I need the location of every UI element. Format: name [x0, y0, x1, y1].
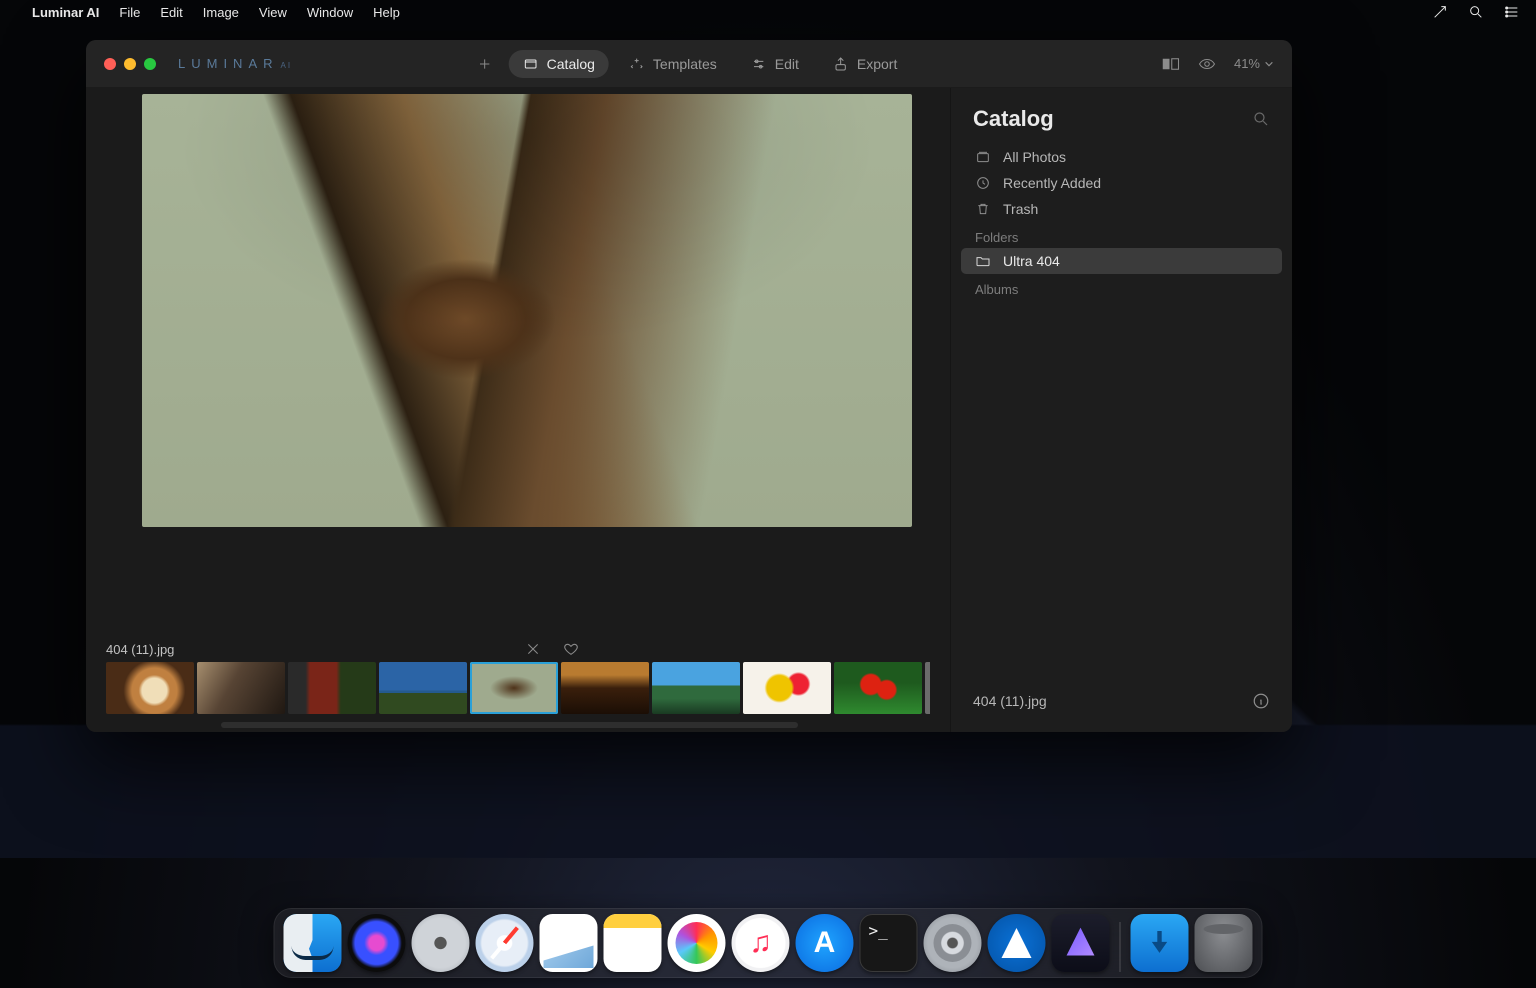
- sidebar-item-recently-added[interactable]: Recently Added: [961, 170, 1282, 196]
- favorite-icon[interactable]: [563, 641, 579, 657]
- dock-music-icon[interactable]: [732, 914, 790, 972]
- sidebar-section-albums: Albums: [961, 274, 1282, 300]
- macos-menubar: Luminar AI File Edit Image View Window H…: [0, 0, 1536, 24]
- thumb-5[interactable]: [561, 662, 649, 714]
- dock-luminar-icon[interactable]: [1052, 914, 1110, 972]
- thumb-3[interactable]: [379, 662, 467, 714]
- photo-stage[interactable]: [86, 88, 950, 636]
- menu-file[interactable]: File: [119, 5, 140, 20]
- dock-separator: [1120, 922, 1121, 972]
- dock-launchpad-icon[interactable]: [412, 914, 470, 972]
- zoom-value: 41%: [1234, 56, 1260, 71]
- filmstrip-bar: 404 (11).jpg: [86, 636, 950, 732]
- quick-preview-icon[interactable]: [1198, 57, 1216, 71]
- plus-icon: [477, 56, 493, 72]
- macos-dock: [274, 908, 1263, 978]
- menu-image[interactable]: Image: [203, 5, 239, 20]
- app-logo: LUMINAR AI: [178, 56, 292, 71]
- dock-terminal-icon[interactable]: [860, 914, 918, 972]
- thumb-8[interactable]: [834, 662, 922, 714]
- thumb-7[interactable]: [743, 662, 831, 714]
- menubar-items: Luminar AI File Edit Image View Window H…: [32, 5, 400, 20]
- thumb-1[interactable]: [197, 662, 285, 714]
- dock-photos-icon[interactable]: [668, 914, 726, 972]
- catalog-sidebar: Catalog All Photos Recently Added Trash …: [950, 88, 1292, 732]
- sidebar-section-folders: Folders: [961, 222, 1282, 248]
- input-icon[interactable]: [1432, 4, 1448, 20]
- info-icon[interactable]: [1252, 692, 1270, 710]
- sidebar-item-label: Trash: [1003, 201, 1038, 217]
- app-logo-text: LUMINAR: [178, 56, 279, 71]
- sidebar-item-all-photos[interactable]: All Photos: [961, 144, 1282, 170]
- sidebar-item-label: Ultra 404: [1003, 253, 1060, 269]
- dock-safari-icon[interactable]: [476, 914, 534, 972]
- chevron-down-icon: [1264, 59, 1274, 69]
- control-center-icon[interactable]: [1504, 4, 1520, 20]
- tab-export[interactable]: Export: [819, 50, 911, 78]
- close-window-button[interactable]: [104, 58, 116, 70]
- tab-catalog-label: Catalog: [547, 56, 595, 72]
- add-button[interactable]: [467, 50, 503, 78]
- filmstrip-scrollbar[interactable]: [221, 722, 798, 728]
- thumb-9[interactable]: [925, 662, 930, 714]
- menu-window[interactable]: Window: [307, 5, 353, 20]
- thumb-0[interactable]: [106, 662, 194, 714]
- sidebar-folder-ultra404[interactable]: Ultra 404: [961, 248, 1282, 274]
- dock-sharing-icon[interactable]: [988, 914, 1046, 972]
- menu-help[interactable]: Help: [373, 5, 400, 20]
- dock-finder-icon[interactable]: [284, 914, 342, 972]
- compare-view-icon[interactable]: [1162, 57, 1180, 71]
- dock-settings-icon[interactable]: [924, 914, 982, 972]
- catalog-icon: [523, 56, 539, 72]
- filmstrip[interactable]: [106, 662, 930, 714]
- folder-icon: [975, 253, 991, 269]
- dock-downloads-icon[interactable]: [1131, 914, 1189, 972]
- sidebar-footer: 404 (11).jpg: [951, 678, 1292, 732]
- clock-icon: [975, 175, 991, 191]
- window-controls: [104, 58, 156, 70]
- footer-file-name: 404 (11).jpg: [973, 693, 1047, 709]
- tab-catalog[interactable]: Catalog: [509, 50, 609, 78]
- trash-icon: [975, 201, 991, 217]
- luminar-window: LUMINAR AI Catalog Templates Edit Export: [86, 40, 1292, 732]
- tab-templates[interactable]: Templates: [615, 50, 731, 78]
- main-photo: [142, 94, 912, 527]
- app-logo-sup: AI: [281, 61, 293, 70]
- dock-mail-icon[interactable]: [540, 914, 598, 972]
- tab-edit[interactable]: Edit: [737, 50, 813, 78]
- sliders-icon: [751, 56, 767, 72]
- menu-view[interactable]: View: [259, 5, 287, 20]
- sidebar-title: Catalog: [973, 106, 1054, 132]
- stack-icon: [975, 149, 991, 165]
- sidebar-item-trash[interactable]: Trash: [961, 196, 1282, 222]
- tab-export-label: Export: [857, 56, 897, 72]
- main-nav: Catalog Templates Edit Export: [467, 50, 912, 78]
- tab-edit-label: Edit: [775, 56, 799, 72]
- titlebar: LUMINAR AI Catalog Templates Edit Export: [86, 40, 1292, 88]
- menu-app-name[interactable]: Luminar AI: [32, 5, 99, 20]
- menubar-right: [1432, 4, 1520, 20]
- sidebar-item-label: All Photos: [1003, 149, 1066, 165]
- dock-notes-icon[interactable]: [604, 914, 662, 972]
- zoom-indicator[interactable]: 41%: [1234, 56, 1274, 71]
- current-file-name: 404 (11).jpg: [106, 642, 174, 657]
- fullscreen-window-button[interactable]: [144, 58, 156, 70]
- menu-edit[interactable]: Edit: [160, 5, 182, 20]
- dock-trash-icon[interactable]: [1195, 914, 1253, 972]
- export-icon: [833, 56, 849, 72]
- dock-siri-icon[interactable]: [348, 914, 406, 972]
- minimize-window-button[interactable]: [124, 58, 136, 70]
- tab-templates-label: Templates: [653, 56, 717, 72]
- dock-appstore-icon[interactable]: [796, 914, 854, 972]
- spotlight-icon[interactable]: [1468, 4, 1484, 20]
- canvas-area: 404 (11).jpg: [86, 88, 950, 732]
- thumb-2[interactable]: [288, 662, 376, 714]
- titlebar-right: 41%: [1162, 56, 1274, 71]
- reject-icon[interactable]: [525, 641, 541, 657]
- sidebar-item-label: Recently Added: [1003, 175, 1101, 191]
- thumb-6[interactable]: [652, 662, 740, 714]
- search-icon[interactable]: [1252, 110, 1270, 128]
- sparkle-icon: [629, 56, 645, 72]
- thumb-4-selected[interactable]: [470, 662, 558, 714]
